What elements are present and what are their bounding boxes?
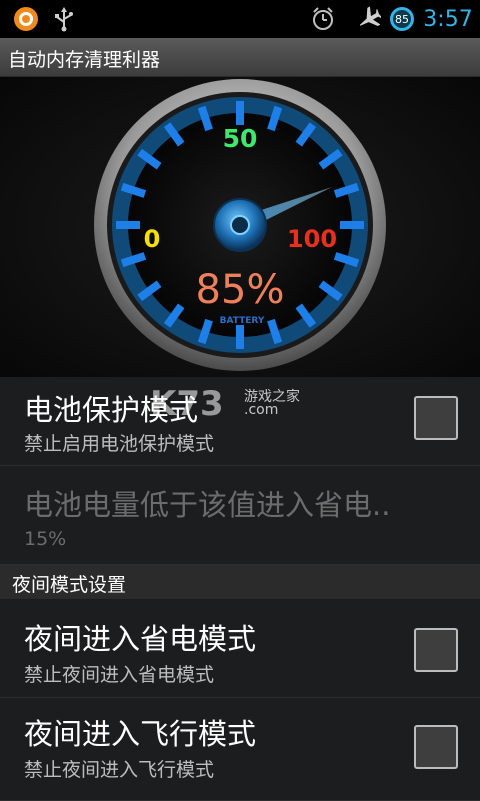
battery-gauge: 50 0 100 85% BATTERY [94,79,386,371]
pref-title: 电池电量低于该值进入省电.. [24,488,391,522]
gauge-battery-label: BATTERY [220,316,265,326]
gauge-label-100: 100 [287,225,337,253]
pref-night-airplane-mode[interactable]: 夜间进入飞行模式 禁止夜间进入飞行模式 [0,698,480,801]
category-night-mode: 夜间模式设置 [0,565,480,599]
status-bar: 85 3:57 [0,0,480,38]
gauge-label-50: 50 [223,124,258,153]
pref-summary: 禁止启用电池保护模式 [24,433,215,455]
battery-level-text: 85 [395,13,409,26]
app-title-bar: 自动内存清理利器 [0,38,480,77]
pref-battery-protection[interactable]: 电池保护模式 禁止启用电池保护模式 [0,377,480,466]
pref-title: 电池保护模式 [24,393,199,427]
night-power-saving-checkbox[interactable] [414,628,458,672]
gauge-value: 85% [196,267,285,313]
gauge-label-0: 0 [144,225,161,253]
pref-title: 夜间进入省电模式 [24,622,257,656]
alarm-clock-icon [308,0,338,38]
pref-low-battery-threshold: 电池电量低于该值进入省电.. 15% [0,466,480,565]
settings-list: 电池保护模式 禁止启用电池保护模式 电池电量低于该值进入省电.. 15% 夜间模… [0,377,480,801]
category-title: 夜间模式设置 [12,574,127,596]
pref-night-power-saving[interactable]: 夜间进入省电模式 禁止夜间进入省电模式 [0,600,480,698]
avast-icon [12,0,40,38]
usb-icon [50,0,78,38]
pref-summary: 禁止夜间进入飞行模式 [24,759,215,781]
battery-gauge-panel: 50 0 100 85% BATTERY [0,77,480,377]
pref-summary: 15% [24,528,67,550]
pref-summary: 禁止夜间进入省电模式 [24,664,215,686]
app-title: 自动内存清理利器 [8,49,161,71]
night-airplane-mode-checkbox[interactable] [414,725,458,769]
battery-protection-checkbox[interactable] [414,396,458,440]
airplane-mode-icon [354,0,382,38]
clock-time: 3:57 [423,6,473,32]
battery-icon: 85 [389,0,415,38]
pref-title: 夜间进入飞行模式 [24,717,257,751]
